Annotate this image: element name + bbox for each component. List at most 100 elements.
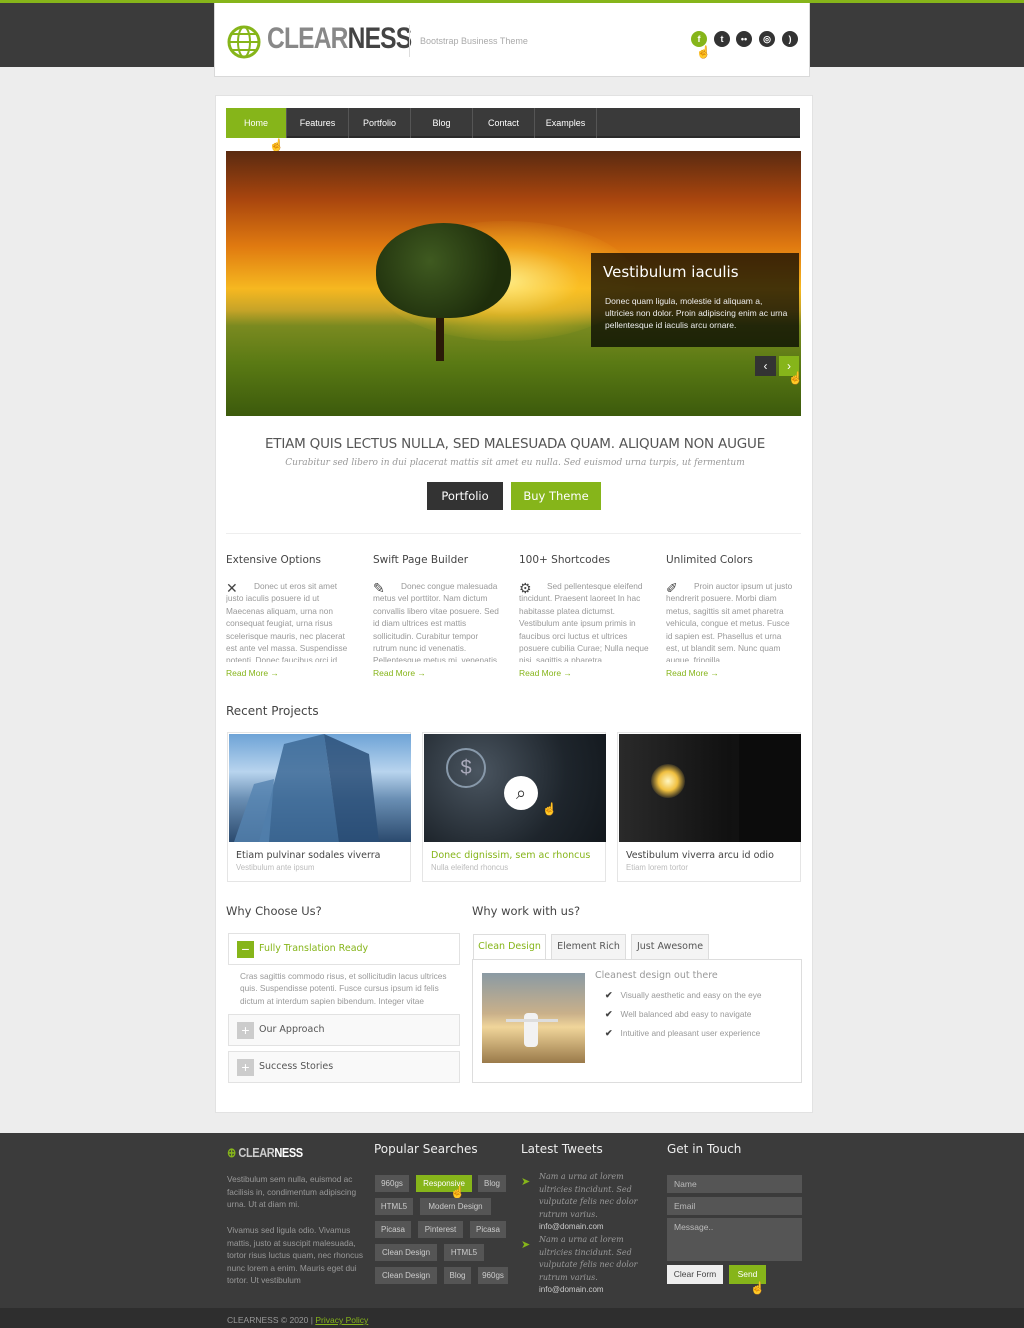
twitter-bird-icon: ➤: [521, 1176, 531, 1188]
footer-logo[interactable]: ⊕ CLEARNESS: [227, 1145, 303, 1161]
feature-column: Swift Page Builder ✎ Donec congue malesu…: [373, 554, 503, 678]
why-work-title: Why work with us?: [472, 904, 581, 918]
nav-home[interactable]: Home: [226, 108, 287, 138]
hand-cursor-icon: ☝: [450, 1185, 465, 1199]
project-card[interactable]: Etiam pulvinar sodales viverra Vestibulu…: [227, 732, 411, 882]
feature-title: Extensive Options: [226, 554, 321, 566]
feature-column: Extensive Options ✕ Donec ut eros sit am…: [226, 554, 356, 678]
tag[interactable]: Clean Design: [375, 1267, 437, 1284]
project-subtitle: Vestibulum ante ipsum: [236, 863, 315, 872]
accordion-item-stories[interactable]: + Success Stories: [228, 1051, 460, 1083]
accordion-label[interactable]: Our Approach: [259, 1024, 325, 1035]
tools-icon: ✕: [226, 580, 238, 596]
name-input[interactable]: Name: [667, 1175, 802, 1193]
email-input[interactable]: Email: [667, 1197, 802, 1215]
tag[interactable]: 960gs: [375, 1175, 409, 1192]
privacy-policy-link[interactable]: Privacy Policy: [315, 1315, 368, 1325]
hand-cursor-icon: ☝: [696, 45, 711, 59]
tab-element-rich[interactable]: Element Rich: [551, 934, 626, 960]
accordion-content: Cras sagittis commodo risus, et sollicit…: [240, 971, 447, 1006]
tab-image-man-sunset: [482, 973, 585, 1063]
message-textarea[interactable]: Message..: [667, 1218, 802, 1261]
latest-tweets-title: Latest Tweets: [521, 1142, 603, 1156]
tag[interactable]: Modern Design: [420, 1198, 491, 1215]
edit-icon: ✎: [373, 580, 385, 596]
zoom-icon[interactable]: ⌕: [504, 776, 538, 810]
tweet: Nam a urna at lorem ultricies tincidunt.…: [539, 1171, 659, 1234]
tweet-email-link[interactable]: info@domain.com: [539, 1222, 604, 1231]
project-image-lightbulb[interactable]: [619, 734, 801, 842]
dribbble-icon[interactable]: ◎: [759, 31, 775, 47]
check-text: Visually aesthetic and easy on the eye: [620, 990, 762, 1000]
project-title[interactable]: Vestibulum viverra arcu id odio: [626, 850, 774, 861]
hand-cursor-icon: ☝: [750, 1281, 765, 1295]
tab-just-awesome[interactable]: Just Awesome: [631, 934, 709, 960]
project-title[interactable]: Donec dignissim, sem ac rhoncus: [431, 850, 590, 861]
tweet-email-link[interactable]: info@domain.com: [539, 1285, 604, 1294]
portfolio-button[interactable]: Portfolio: [427, 482, 503, 510]
footer-about-text: Vivamus sed ligula odio. Vivamus mattis,…: [227, 1225, 364, 1286]
accordion-label[interactable]: Fully Translation Ready: [259, 943, 368, 954]
minus-icon[interactable]: −: [237, 941, 254, 958]
footer-logo-part1: CLEAR: [238, 1145, 275, 1160]
hand-cursor-icon: ☝: [788, 371, 801, 385]
nav-portfolio[interactable]: Portfolio: [349, 108, 411, 138]
plus-icon[interactable]: +: [237, 1022, 254, 1039]
accordion-item-translation[interactable]: − Fully Translation Ready: [228, 933, 460, 965]
logo-part1: CLEAR: [267, 22, 348, 55]
read-more-link[interactable]: Read More →: [519, 668, 649, 678]
slider-prev-button[interactable]: ‹: [755, 356, 776, 376]
feature-title: 100+ Shortcodes: [519, 554, 611, 566]
recent-projects-title: Recent Projects: [226, 704, 319, 718]
project-card[interactable]: Vestibulum viverra arcu id odio Etiam lo…: [617, 732, 801, 882]
check-icon: ✔: [605, 1009, 613, 1019]
flickr-icon[interactable]: ••: [736, 31, 752, 47]
bottom-bar: [0, 1308, 1024, 1328]
logo-part2: NESS: [347, 22, 413, 55]
rss-icon[interactable]: ): [782, 31, 798, 47]
accordion-label[interactable]: Success Stories: [259, 1061, 333, 1072]
check-item: ✔ Intuitive and pleasant user experience: [605, 1028, 760, 1039]
project-image-business-dollar[interactable]: $ ⌕ ☝: [424, 734, 606, 842]
popular-searches-title: Popular Searches: [374, 1142, 478, 1156]
tag[interactable]: Pinterest: [418, 1221, 463, 1238]
nav-contact[interactable]: Contact: [473, 108, 535, 138]
tag[interactable]: Picasa: [375, 1221, 411, 1238]
globe-icon[interactable]: [227, 25, 261, 59]
project-title[interactable]: Etiam pulvinar sodales viverra: [236, 850, 380, 861]
get-in-touch-title: Get in Touch: [667, 1142, 742, 1156]
tab-clean-design[interactable]: Clean Design: [473, 934, 546, 960]
logo-divider: [409, 25, 410, 57]
clear-form-button[interactable]: Clear Form: [667, 1265, 723, 1284]
read-more-link[interactable]: Read More →: [373, 668, 503, 678]
tag[interactable]: Clean Design: [375, 1244, 437, 1261]
check-icon: ✔: [605, 1028, 613, 1038]
tag[interactable]: 960gs: [478, 1267, 508, 1284]
check-icon: ✔: [605, 990, 613, 1000]
nav-blog[interactable]: Blog: [411, 108, 473, 138]
buy-theme-button[interactable]: Buy Theme: [511, 482, 601, 510]
tag[interactable]: Blog: [444, 1267, 471, 1284]
project-subtitle: Nulla eleifend rhoncus: [431, 863, 509, 872]
nav-features[interactable]: Features: [287, 108, 349, 138]
read-more-link[interactable]: Read More →: [226, 668, 356, 678]
plus-icon[interactable]: +: [237, 1059, 254, 1076]
feature-text: Donec ut eros sit amet justo iaculis pos…: [226, 581, 348, 662]
tag[interactable]: Picasa: [470, 1221, 506, 1238]
logo[interactable]: CLEARNESS: [267, 22, 413, 56]
hero-slider[interactable]: Vestibulum iaculis Donec quam ligula, mo…: [226, 151, 801, 416]
tab-panel: Cleanest design out there ✔ Visually aest…: [472, 959, 802, 1083]
twitter-icon[interactable]: t: [714, 31, 730, 47]
accordion-item-approach[interactable]: + Our Approach: [228, 1014, 460, 1046]
site-footer: ⊕ CLEARNESS Vestibulum sem nulla, euismod…: [0, 1133, 1024, 1308]
project-image-skyscraper[interactable]: [229, 734, 411, 842]
tag[interactable]: HTML5: [375, 1198, 413, 1215]
read-more-link[interactable]: Read More →: [666, 668, 796, 678]
tag[interactable]: Blog: [478, 1175, 506, 1192]
footer-logo-part2: NESS: [274, 1145, 303, 1160]
globe-icon: ⊕: [227, 1145, 236, 1160]
project-card[interactable]: $ ⌕ ☝ Donec dignissim, sem ac rhoncus Nu…: [422, 732, 606, 882]
feature-text: Sed pellentesque eleifend tincidunt. Pra…: [519, 581, 649, 662]
nav-examples[interactable]: Examples: [535, 108, 597, 138]
tag[interactable]: HTML5: [444, 1244, 484, 1261]
